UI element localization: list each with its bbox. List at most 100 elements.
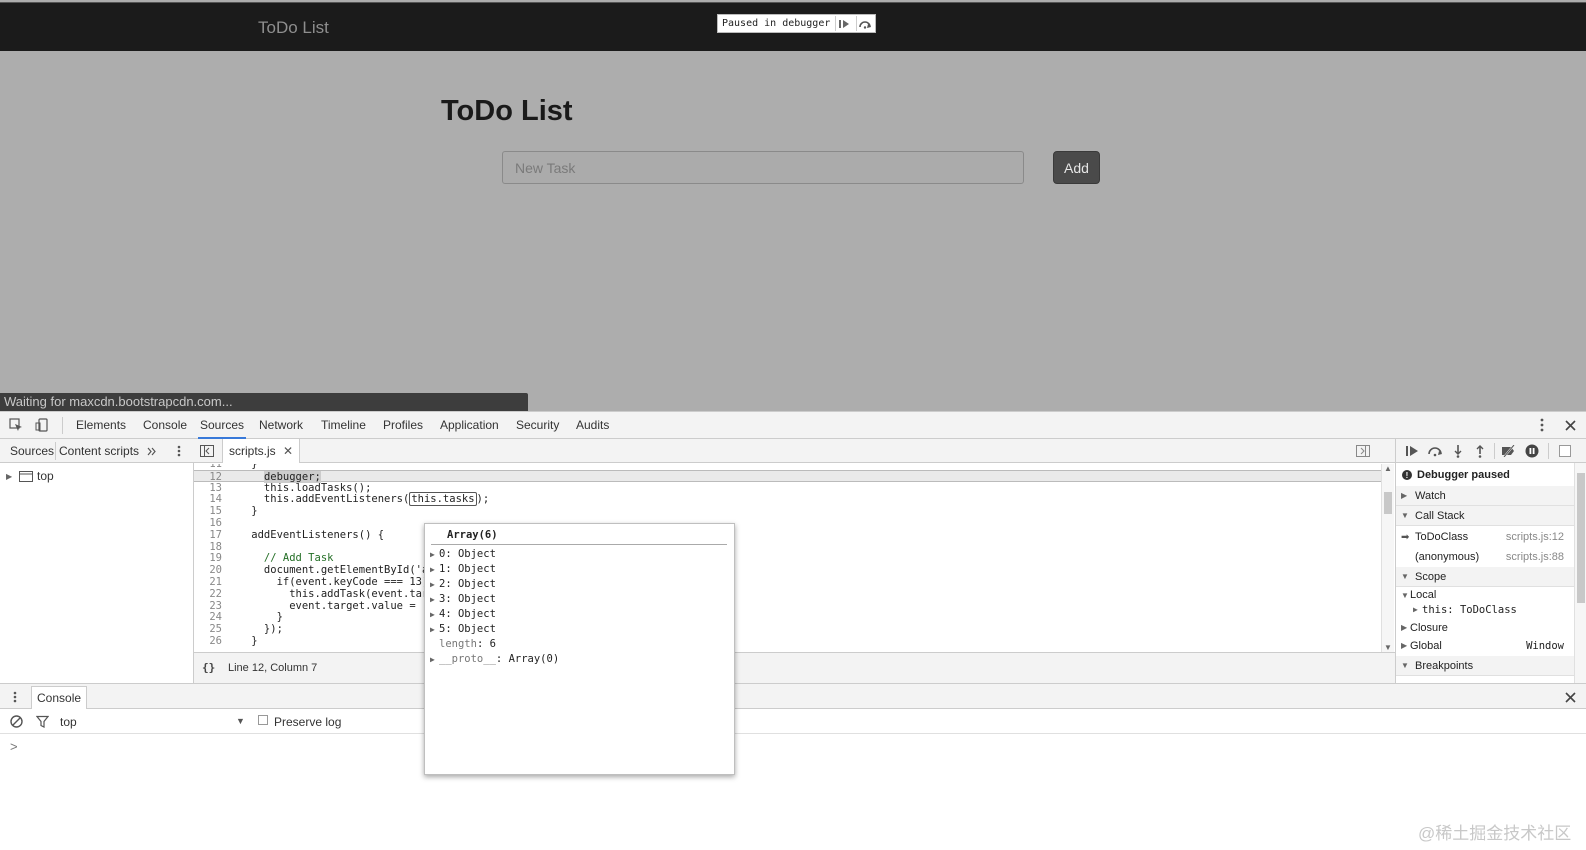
line-number[interactable]: 24 bbox=[194, 611, 222, 623]
pretty-print-icon[interactable]: {} bbox=[202, 661, 215, 674]
filter-icon[interactable] bbox=[33, 712, 51, 730]
line-number[interactable]: 19 bbox=[194, 552, 222, 564]
code-line[interactable]: 16 bbox=[194, 517, 1381, 529]
line-number[interactable]: 17 bbox=[194, 529, 222, 541]
expand-triangle-icon[interactable]: ▶ bbox=[6, 472, 15, 481]
more-tabs-chevron-icon[interactable] bbox=[143, 442, 161, 460]
toggle-navigator-icon[interactable] bbox=[198, 442, 216, 460]
line-number[interactable]: 25 bbox=[194, 623, 222, 635]
code-line[interactable]: 15 } bbox=[194, 505, 1381, 517]
drawer-tab-console[interactable]: Console bbox=[31, 686, 88, 709]
console-prompt[interactable]: > bbox=[10, 739, 18, 754]
code-line[interactable]: 19 // Add Task bbox=[194, 552, 1381, 564]
expand-triangle-icon[interactable]: ▶ bbox=[430, 577, 439, 592]
tree-item-top[interactable]: ▶ top bbox=[6, 469, 54, 483]
line-number[interactable]: 20 bbox=[194, 564, 222, 576]
tab-security[interactable]: Security bbox=[514, 412, 561, 439]
popover-array-item[interactable]: ▶ 3: Object bbox=[430, 592, 496, 607]
scope-section-header[interactable]: ▼ Scope bbox=[1396, 567, 1574, 587]
popover-proto-row[interactable]: ▶ __proto__: Array(0) bbox=[430, 652, 559, 667]
call-frame-anonymous[interactable]: (anonymous) scripts.js:88 bbox=[1396, 547, 1574, 567]
code-line[interactable]: 13 this.loadTasks(); bbox=[194, 482, 1381, 494]
editor-scrollbar-thumb[interactable] bbox=[1384, 492, 1392, 514]
deactivate-breakpoints-icon[interactable] bbox=[1500, 442, 1518, 460]
line-number[interactable]: 22 bbox=[194, 588, 222, 600]
code-line[interactable]: 26 } bbox=[194, 635, 1381, 647]
preserve-log-checkbox[interactable] bbox=[258, 715, 268, 725]
tab-sources[interactable]: Sources bbox=[198, 412, 247, 439]
navigator-menu-icon[interactable] bbox=[170, 442, 188, 460]
popover-array-item[interactable]: ▶ 5: Object bbox=[430, 622, 496, 637]
line-number[interactable]: 26 bbox=[194, 635, 222, 647]
code-line[interactable]: 23 event.target.value = ' bbox=[194, 600, 1381, 612]
expand-triangle-icon[interactable]: ▶ bbox=[430, 607, 439, 622]
call-frame-location[interactable]: scripts.js:12 bbox=[1506, 531, 1564, 543]
line-number[interactable]: 14 bbox=[194, 493, 222, 505]
context-select[interactable]: top bbox=[60, 715, 77, 729]
drawer-menu-icon[interactable] bbox=[6, 688, 24, 706]
tab-application[interactable]: Application bbox=[438, 412, 501, 439]
tab-audits[interactable]: Audits bbox=[574, 412, 611, 439]
device-toolbar-icon[interactable] bbox=[33, 416, 51, 434]
code-line[interactable]: 22 this.addTask(event.tar bbox=[194, 588, 1381, 600]
add-task-button[interactable]: Add bbox=[1053, 151, 1100, 184]
scroll-down-icon[interactable]: ▼ bbox=[1384, 643, 1392, 652]
tab-elements[interactable]: Elements bbox=[74, 412, 128, 439]
scroll-up-icon[interactable]: ▲ bbox=[1384, 464, 1392, 473]
expand-triangle-icon[interactable]: ▶ bbox=[430, 622, 439, 637]
file-tab-scripts-js[interactable]: scripts.js ✕ bbox=[222, 439, 301, 463]
toggle-debugger-sidebar-icon[interactable] bbox=[1354, 442, 1372, 460]
navigator-tab-sources[interactable]: Sources bbox=[10, 439, 54, 463]
sidebar-scrollbar[interactable] bbox=[1574, 463, 1586, 683]
line-number[interactable]: 18 bbox=[194, 541, 222, 553]
step-over-icon[interactable] bbox=[856, 16, 872, 31]
code-line[interactable]: 17 addEventListeners() { bbox=[194, 529, 1381, 541]
editor-scrollbar[interactable]: ▲ ▼ bbox=[1381, 464, 1394, 652]
clear-console-icon[interactable] bbox=[7, 712, 25, 730]
close-tab-icon[interactable]: ✕ bbox=[283, 444, 293, 458]
expand-triangle-icon[interactable]: ▶ bbox=[430, 652, 439, 667]
scope-local[interactable]: ▼ Local bbox=[1396, 587, 1574, 603]
resume-icon[interactable] bbox=[835, 16, 851, 31]
new-task-input[interactable] bbox=[502, 151, 1024, 184]
code-line[interactable]: 24 } bbox=[194, 611, 1381, 623]
close-devtools-icon[interactable] bbox=[1561, 416, 1579, 434]
code-view[interactable]: 11 } 12 debugger; 13 this.loadTasks(); 14 t… bbox=[194, 464, 1381, 652]
sidebar-scrollbar-thumb[interactable] bbox=[1577, 473, 1585, 603]
inspect-element-icon[interactable] bbox=[7, 416, 25, 434]
scope-global[interactable]: ▶ Global Window bbox=[1396, 637, 1574, 654]
scope-this-entry[interactable]: ▶ this: ToDoClass bbox=[1396, 602, 1574, 617]
navbar-brand[interactable]: ToDo List bbox=[258, 18, 329, 38]
line-number[interactable]: 21 bbox=[194, 576, 222, 588]
navigator-tab-content-scripts[interactable]: Content scripts bbox=[59, 439, 139, 463]
code-line[interactable]: 12 debugger; bbox=[194, 469, 1381, 483]
popover-array-item[interactable]: ▶ 0: Object bbox=[430, 547, 496, 562]
call-frame-todoclass[interactable]: ➡ ToDoClass scripts.js:12 bbox=[1396, 527, 1574, 547]
popover-array-item[interactable]: ▶ 4: Object bbox=[430, 607, 496, 622]
line-number[interactable]: 16 bbox=[194, 517, 222, 529]
call-stack-section-header[interactable]: ▼ Call Stack bbox=[1396, 506, 1574, 526]
code-line[interactable]: 21 if(event.keyCode === 13) bbox=[194, 576, 1381, 588]
tab-console[interactable]: Console bbox=[141, 412, 189, 439]
popover-array-item[interactable]: ▶ 1: Object bbox=[430, 562, 496, 577]
tab-network[interactable]: Network bbox=[257, 412, 305, 439]
expand-triangle-icon[interactable]: ▶ bbox=[430, 547, 439, 562]
context-dropdown-icon[interactable]: ▼ bbox=[236, 716, 245, 726]
code-line[interactable]: 25 }); bbox=[194, 623, 1381, 635]
call-frame-location[interactable]: scripts.js:88 bbox=[1506, 551, 1564, 563]
async-checkbox-icon[interactable] bbox=[1556, 442, 1574, 460]
scope-closure[interactable]: ▶ Closure bbox=[1396, 619, 1574, 636]
expand-triangle-icon[interactable]: ▶ bbox=[430, 562, 439, 577]
expand-triangle-icon[interactable]: ▶ bbox=[430, 592, 439, 607]
code-line[interactable]: 14 this.addEventListeners(this.tasks); bbox=[194, 492, 1381, 507]
close-drawer-icon[interactable] bbox=[1561, 688, 1579, 706]
step-over-icon[interactable] bbox=[1426, 442, 1444, 460]
pause-on-exceptions-icon[interactable] bbox=[1523, 442, 1541, 460]
step-out-icon[interactable] bbox=[1471, 442, 1489, 460]
tab-profiles[interactable]: Profiles bbox=[381, 412, 425, 439]
line-number[interactable]: 23 bbox=[194, 600, 222, 612]
breakpoints-section-header[interactable]: ▼ Breakpoints bbox=[1396, 656, 1574, 676]
more-options-icon[interactable] bbox=[1533, 416, 1551, 434]
resume-icon[interactable] bbox=[1403, 442, 1421, 460]
watch-section-header[interactable]: ▶ Watch bbox=[1396, 486, 1574, 506]
